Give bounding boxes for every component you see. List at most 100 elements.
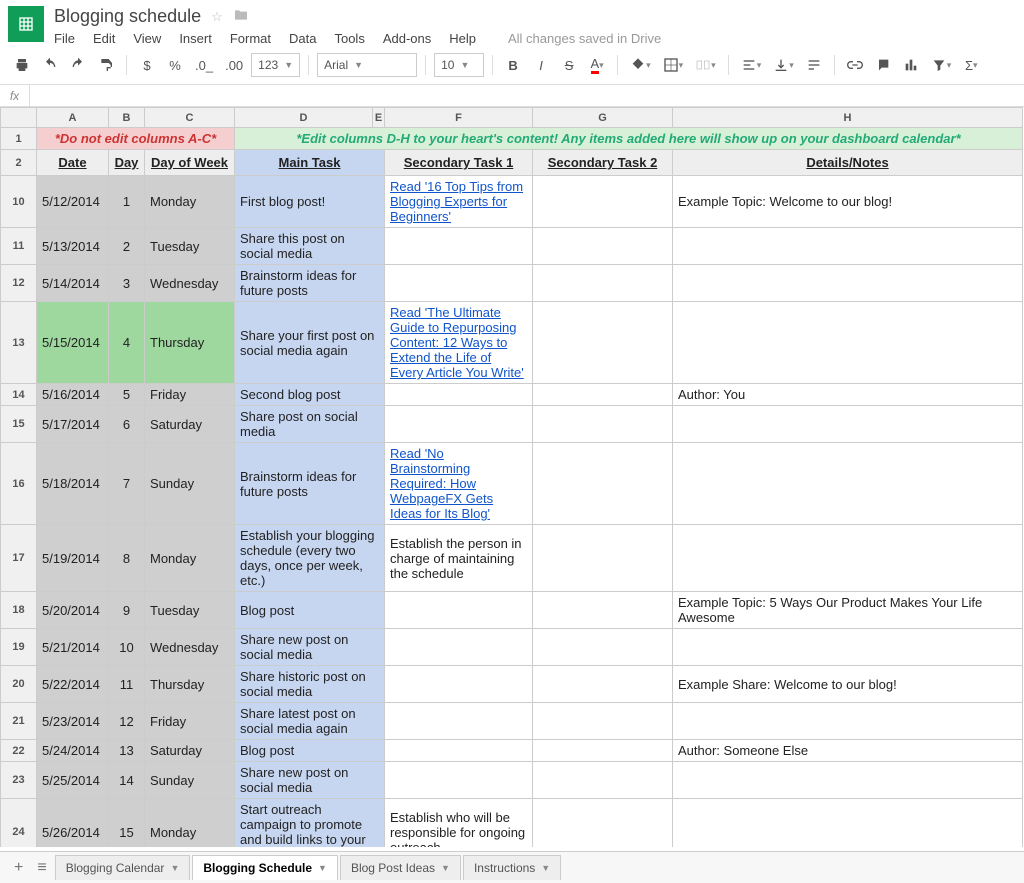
- text-color-button[interactable]: A▾: [585, 52, 609, 78]
- cell-date[interactable]: 5/24/2014: [37, 740, 109, 762]
- cell-day[interactable]: 2: [109, 228, 145, 265]
- star-icon[interactable]: ☆: [211, 9, 223, 25]
- cell-details[interactable]: [673, 265, 1023, 302]
- menu-edit[interactable]: Edit: [93, 31, 115, 46]
- cell-dow[interactable]: Tuesday: [145, 228, 235, 265]
- cell-sec-task-2[interactable]: [533, 228, 673, 265]
- borders-button[interactable]: ▾: [659, 52, 688, 78]
- sheet-tab-blog-post-ideas[interactable]: Blog Post Ideas▼: [340, 855, 461, 880]
- cell-day[interactable]: 7: [109, 443, 145, 525]
- merge-cells-button[interactable]: ▾: [691, 52, 720, 78]
- banner-right[interactable]: *Edit columns D-H to your heart's conten…: [235, 128, 1023, 150]
- cell-dow[interactable]: Friday: [145, 384, 235, 406]
- cell-main-task[interactable]: Share new post on social media: [235, 629, 385, 666]
- cell-dow[interactable]: Saturday: [145, 740, 235, 762]
- insert-chart-button[interactable]: [899, 52, 923, 78]
- cell-main-task[interactable]: Start outreach campaign to promote and b…: [235, 799, 385, 848]
- menu-help[interactable]: Help: [449, 31, 476, 46]
- select-all-corner[interactable]: [1, 108, 37, 128]
- row-header-12[interactable]: 12: [1, 265, 37, 302]
- cell-date[interactable]: 5/12/2014: [37, 176, 109, 228]
- header-details[interactable]: Details/Notes: [673, 150, 1023, 176]
- row-header-13[interactable]: 13: [1, 302, 37, 384]
- cell-sec-task-1[interactable]: [385, 265, 533, 302]
- cell-day[interactable]: 9: [109, 592, 145, 629]
- row-header-2[interactable]: 2: [1, 150, 37, 176]
- menu-tools[interactable]: Tools: [334, 31, 364, 46]
- sheet-tab-blogging-schedule[interactable]: Blogging Schedule▼: [192, 855, 338, 880]
- cell-date[interactable]: 5/25/2014: [37, 762, 109, 799]
- row-header-11[interactable]: 11: [1, 228, 37, 265]
- cell-sec-task-1[interactable]: Read 'No Brainstorming Required: How Web…: [385, 443, 533, 525]
- cell-details[interactable]: [673, 703, 1023, 740]
- cell-dow[interactable]: Wednesday: [145, 265, 235, 302]
- cell-day[interactable]: 13: [109, 740, 145, 762]
- cell-day[interactable]: 8: [109, 525, 145, 592]
- col-header-F[interactable]: F: [385, 108, 533, 128]
- cell-details[interactable]: [673, 228, 1023, 265]
- cell-sec-task-2[interactable]: [533, 629, 673, 666]
- number-format-select[interactable]: 123▼: [251, 53, 300, 77]
- cell-day[interactable]: 1: [109, 176, 145, 228]
- banner-left[interactable]: *Do not edit columns A-C*: [37, 128, 235, 150]
- cell-dow[interactable]: Monday: [145, 176, 235, 228]
- italic-button[interactable]: I: [529, 52, 553, 78]
- cell-details[interactable]: [673, 406, 1023, 443]
- redo-icon[interactable]: [66, 52, 90, 78]
- col-header-A[interactable]: A: [37, 108, 109, 128]
- percent-button[interactable]: %: [163, 52, 187, 78]
- row-header-19[interactable]: 19: [1, 629, 37, 666]
- cell-date[interactable]: 5/23/2014: [37, 703, 109, 740]
- cell-date[interactable]: 5/21/2014: [37, 629, 109, 666]
- filter-button[interactable]: ▾: [927, 52, 956, 78]
- cell-sec-task-2[interactable]: [533, 302, 673, 384]
- cell-main-task[interactable]: Share this post on social media: [235, 228, 385, 265]
- cell-sec-task-2[interactable]: [533, 406, 673, 443]
- cell-date[interactable]: 5/20/2014: [37, 592, 109, 629]
- cell-details[interactable]: [673, 629, 1023, 666]
- cell-main-task[interactable]: Second blog post: [235, 384, 385, 406]
- cell-dow[interactable]: Thursday: [145, 302, 235, 384]
- row-header-17[interactable]: 17: [1, 525, 37, 592]
- cell-sec-task-2[interactable]: [533, 176, 673, 228]
- col-header-H[interactable]: H: [673, 108, 1023, 128]
- col-header-B[interactable]: B: [109, 108, 145, 128]
- menu-add-ons[interactable]: Add-ons: [383, 31, 431, 46]
- row-header-24[interactable]: 24: [1, 799, 37, 848]
- cell-dow[interactable]: Friday: [145, 703, 235, 740]
- cell-day[interactable]: 12: [109, 703, 145, 740]
- header-date[interactable]: Date: [37, 150, 109, 176]
- add-sheet-button[interactable]: +: [8, 859, 29, 877]
- increase-decimal-button[interactable]: .00: [221, 52, 247, 78]
- cell-main-task[interactable]: Share latest post on social media again: [235, 703, 385, 740]
- cell-details[interactable]: [673, 443, 1023, 525]
- insert-link-button[interactable]: [843, 52, 867, 78]
- cell-sec-task-1[interactable]: Read '16 Top Tips from Blogging Experts …: [385, 176, 533, 228]
- header-sec-task-1[interactable]: Secondary Task 1: [385, 150, 533, 176]
- currency-button[interactable]: $: [135, 52, 159, 78]
- cell-day[interactable]: 4: [109, 302, 145, 384]
- paint-format-icon[interactable]: [94, 52, 118, 78]
- cell-details[interactable]: Example Topic: 5 Ways Our Product Makes …: [673, 592, 1023, 629]
- strikethrough-button[interactable]: S: [557, 52, 581, 78]
- undo-icon[interactable]: [38, 52, 62, 78]
- cell-main-task[interactable]: Share your first post on social media ag…: [235, 302, 385, 384]
- cell-details[interactable]: [673, 525, 1023, 592]
- decrease-decimal-button[interactable]: .0_: [191, 52, 217, 78]
- cell-details[interactable]: Author: You: [673, 384, 1023, 406]
- vertical-align-button[interactable]: ▾: [769, 52, 798, 78]
- cell-main-task[interactable]: Establish your blogging schedule (every …: [235, 525, 385, 592]
- cell-main-task[interactable]: First blog post!: [235, 176, 385, 228]
- cell-day[interactable]: 3: [109, 265, 145, 302]
- font-size-select[interactable]: 10▼: [434, 53, 484, 77]
- cell-details[interactable]: [673, 799, 1023, 848]
- cell-dow[interactable]: Monday: [145, 799, 235, 848]
- font-family-select[interactable]: Arial▼: [317, 53, 417, 77]
- cell-main-task[interactable]: Share historic post on social media: [235, 666, 385, 703]
- sheet-tab-instructions[interactable]: Instructions▼: [463, 855, 561, 880]
- cell-sec-task-1[interactable]: [385, 703, 533, 740]
- cell-date[interactable]: 5/26/2014: [37, 799, 109, 848]
- menu-data[interactable]: Data: [289, 31, 316, 46]
- print-icon[interactable]: [10, 52, 34, 78]
- cell-date[interactable]: 5/14/2014: [37, 265, 109, 302]
